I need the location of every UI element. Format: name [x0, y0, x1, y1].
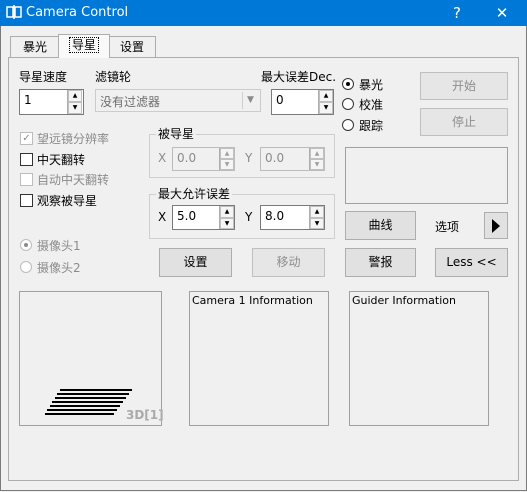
- spin-up-icon[interactable]: ▲: [319, 90, 333, 102]
- camera1-radio[interactable]: [20, 239, 32, 251]
- error-x-value: 5.0: [177, 209, 197, 223]
- spin-up-icon[interactable]: ▲: [220, 206, 234, 218]
- guide-speed-spinner[interactable]: ▲ ▼: [67, 90, 82, 114]
- guide-speed-label: 导星速度: [19, 70, 68, 84]
- error-y-spinner[interactable]: ▲ ▼: [309, 206, 324, 229]
- tab-expose[interactable]: 暴光: [10, 36, 60, 57]
- guided-x-value: 0.0: [177, 151, 197, 165]
- filter-wheel-value: 没有过滤器: [100, 95, 161, 109]
- star-preview[interactable]: 3D[1]: [19, 291, 164, 426]
- calibrate-radio-label: 校准: [359, 98, 384, 112]
- less-button[interactable]: Less <<: [435, 248, 508, 277]
- options-expand-button[interactable]: [484, 212, 508, 239]
- star-profile-graphic: [45, 389, 132, 415]
- guided-x-label: X: [158, 151, 167, 165]
- guided-y-label: Y: [245, 151, 253, 165]
- spin-down-icon[interactable]: ▼: [220, 217, 234, 229]
- expose-radio[interactable]: [342, 78, 354, 90]
- telescope-resolution-checkbox[interactable]: ✓: [20, 132, 33, 145]
- chevron-down-icon: ▼: [242, 92, 258, 109]
- help-button[interactable]: ?: [437, 0, 477, 26]
- tab-settings[interactable]: 设置: [108, 36, 156, 57]
- watch-guided-star-label: 观察被导星: [37, 194, 98, 208]
- spin-down-icon[interactable]: ▼: [310, 217, 324, 229]
- stop-button[interactable]: 停止: [420, 108, 508, 136]
- camera1-info-box: Camera 1 Information: [189, 291, 329, 426]
- filter-wheel-select[interactable]: 没有过滤器 ▼: [95, 89, 261, 112]
- spin-down-icon[interactable]: ▼: [319, 102, 333, 114]
- spin-down-icon[interactable]: ▼: [220, 159, 234, 170]
- meridian-flip-label: 中天翻转: [37, 153, 86, 167]
- close-button[interactable]: ✕: [482, 0, 522, 26]
- error-x-spinner[interactable]: ▲ ▼: [219, 206, 234, 229]
- max-dec-label: 最大误差Dec.: [261, 70, 337, 84]
- auto-meridian-flip-label: 自动中天翻转: [37, 173, 110, 187]
- tab-guide-label: 导星: [68, 37, 99, 53]
- spin-down-icon[interactable]: ▼: [68, 102, 82, 114]
- guided-x-spinner[interactable]: ▲ ▼: [219, 148, 234, 170]
- track-radio[interactable]: [342, 119, 354, 131]
- spin-down-icon[interactable]: ▼: [310, 159, 324, 170]
- curve-button[interactable]: 曲线: [345, 211, 416, 240]
- spin-up-icon[interactable]: ▲: [310, 206, 324, 218]
- calibrate-radio[interactable]: [342, 98, 354, 110]
- status-box: [345, 147, 508, 204]
- meridian-flip-checkbox[interactable]: [20, 153, 33, 166]
- camera1-info-title: Camera 1 Information: [192, 294, 313, 307]
- auto-meridian-flip-checkbox[interactable]: [20, 173, 33, 186]
- guider-info-box: Guider Information: [349, 291, 489, 426]
- expose-radio-label: 暴光: [359, 78, 384, 92]
- telescope-resolution-label: 望远镜分辨率: [37, 132, 110, 146]
- watch-guided-star-checkbox[interactable]: [20, 194, 33, 207]
- error-y-label: Y: [245, 210, 253, 224]
- max-error-group-title: 最大允许误差: [156, 185, 233, 202]
- guider-info-title: Guider Information: [352, 294, 456, 307]
- spin-up-icon[interactable]: ▲: [310, 148, 324, 159]
- track-radio-label: 跟踪: [359, 119, 384, 133]
- spin-up-icon[interactable]: ▲: [220, 148, 234, 159]
- guide-speed-value: 1: [24, 93, 32, 107]
- alarm-button[interactable]: 警报: [345, 248, 416, 277]
- guided-star-group-title: 被导星: [156, 125, 197, 142]
- max-dec-value: 0: [276, 93, 284, 107]
- guided-y-value: 0.0: [265, 151, 285, 165]
- tab-settings-label: 设置: [119, 40, 144, 54]
- tab-expose-label: 暴光: [22, 40, 47, 54]
- preview-3d-label: 3D[1]: [126, 408, 164, 422]
- error-y-value: 8.0: [265, 209, 285, 223]
- window-title: Camera Control: [26, 5, 129, 20]
- camera2-label: 摄像头2: [37, 261, 81, 275]
- filter-wheel-label: 滤镜轮: [95, 70, 132, 84]
- camera2-radio[interactable]: [20, 261, 32, 273]
- error-x-label: X: [158, 210, 167, 224]
- triangle-right-icon: [492, 219, 500, 233]
- tab-guide[interactable]: 导星: [58, 34, 110, 58]
- app-icon: [6, 5, 22, 19]
- move-button[interactable]: 移动: [252, 248, 325, 277]
- options-label: 选项: [435, 220, 460, 234]
- max-dec-spinner[interactable]: ▲ ▼: [318, 90, 333, 114]
- start-button[interactable]: 开始: [420, 72, 508, 100]
- spin-up-icon[interactable]: ▲: [68, 90, 82, 102]
- guided-y-spinner[interactable]: ▲ ▼: [309, 148, 324, 170]
- settings-button[interactable]: 设置: [159, 248, 232, 277]
- title-bar: Camera Control ? ✕: [0, 0, 527, 26]
- camera1-label: 摄像头1: [37, 239, 81, 253]
